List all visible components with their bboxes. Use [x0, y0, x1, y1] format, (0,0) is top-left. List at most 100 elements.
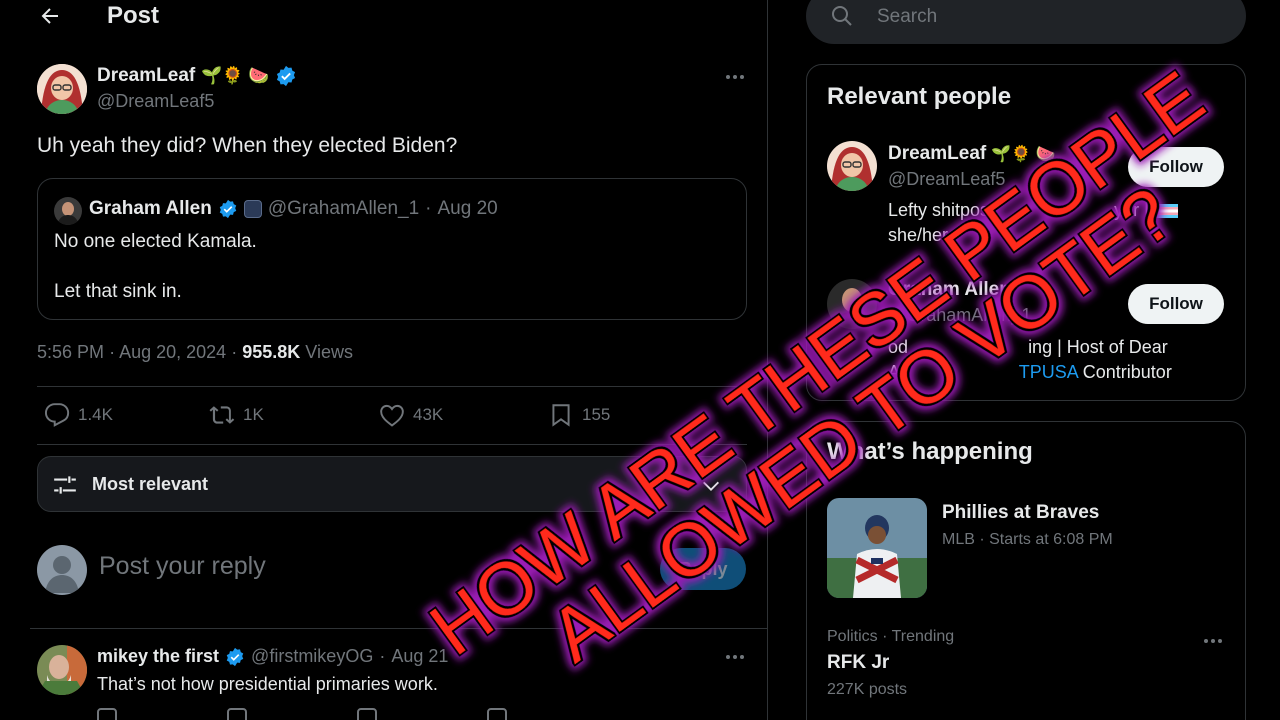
separator-dot: ·: [379, 646, 386, 666]
quoted-post[interactable]: Graham Allen @GrahamAllen_1 · Aug 20 No …: [37, 178, 747, 320]
quoted-author-name: Graham Allen: [89, 198, 212, 219]
reply-date[interactable]: Aug 21: [391, 646, 448, 667]
repost-count: 1K: [243, 405, 264, 424]
like-count: 43K: [413, 405, 444, 424]
heart-icon[interactable]: [357, 708, 377, 720]
views-label: Views: [305, 342, 353, 362]
post-metadata: 5:56 PM · Aug 20, 2024 · 955.8K Views: [37, 342, 353, 363]
default-avatar-icon: [45, 556, 79, 593]
quoted-text-line2: Let that sink in.: [54, 281, 182, 302]
reply-icon: [44, 403, 70, 427]
reply-text: That’s not how presidential primaries wo…: [97, 674, 438, 694]
bio-text: A: [888, 362, 900, 382]
whats-happening-card: What’s happening Phillies at Braves MLB …: [806, 421, 1246, 720]
like-action[interactable]: 43K: [379, 402, 443, 428]
trend-title[interactable]: Phillies at Braves: [942, 502, 1099, 524]
author-emoji: 🌱🌻 🍉: [201, 66, 270, 85]
search-bar[interactable]: Search: [806, 0, 1246, 44]
reply-icon[interactable]: [97, 708, 117, 720]
affiliation-badge-icon: [243, 200, 262, 218]
bio-text: yer |: [1114, 200, 1149, 220]
heart-icon: [380, 404, 404, 427]
relevant-person-name[interactable]: Graham Allen: [888, 279, 1011, 301]
reply-author-avatar-image: [37, 645, 87, 695]
reply-author-handle[interactable]: @firstmikeyOG: [251, 646, 373, 667]
reply-button[interactable]: Reply: [660, 548, 746, 590]
quoted-author-avatar: [54, 197, 82, 225]
reply-header: mikey the first @firstmikeyOG · Aug 21: [97, 646, 448, 667]
chevron-down-icon: [703, 481, 719, 491]
quoted-header: Graham Allen @GrahamAllen_1 · Aug 20: [89, 198, 498, 220]
trend-title[interactable]: RFK Jr: [827, 652, 889, 674]
baseball-player-image: [827, 498, 927, 598]
verified-badge-icon: [226, 647, 244, 666]
separator-dot: ·: [425, 198, 432, 219]
bookmark-action[interactable]: 155: [548, 402, 610, 428]
divider: [30, 628, 768, 629]
relevant-person-bio: Lefty shitpost yer | she/her: [888, 198, 1218, 248]
author-name[interactable]: DreamLeaf: [97, 65, 195, 87]
composer-avatar: [37, 545, 87, 595]
author-avatar[interactable]: [37, 64, 87, 114]
sliders-icon: [54, 476, 76, 494]
quoted-author-avatar-image: [54, 197, 82, 225]
verified-badge-icon: [277, 65, 296, 87]
follow-button[interactable]: Follow: [1128, 284, 1224, 324]
views-icon[interactable]: [487, 708, 507, 720]
reply-action-bar: [97, 708, 507, 720]
back-arrow-icon[interactable]: [38, 4, 62, 28]
reply-author-name[interactable]: mikey the first: [97, 646, 219, 667]
trend-post-count: 227K posts: [827, 681, 908, 698]
bookmark-count: 155: [582, 405, 611, 424]
search-input[interactable]: Search: [877, 6, 937, 28]
more-options-icon[interactable]: [723, 73, 747, 81]
relevant-people-card: Relevant people DreamLeaf 🌱🌻 🍉 @DreamLea…: [806, 64, 1246, 401]
bio-text: she/her: [888, 225, 949, 245]
relevant-person-handle[interactable]: @GrahamAllen_1: [888, 305, 1031, 326]
divider: [37, 386, 747, 387]
relevant-people-title: Relevant people: [827, 83, 1012, 110]
relevant-person-bio: od ing | Host of Dear A TPUSA Contributo…: [888, 335, 1218, 385]
relevant-person-name-row[interactable]: DreamLeaf 🌱🌻 🍉: [888, 143, 1055, 165]
repost-icon: [209, 406, 235, 424]
post-time[interactable]: 5:56 PM: [37, 342, 104, 362]
trans-flag-icon: [1153, 204, 1178, 219]
trend-meta: MLB · Starts at 6:08 PM: [942, 531, 1113, 548]
relevant-person-avatar-image: [827, 141, 877, 191]
repost-icon[interactable]: [227, 708, 247, 720]
page-header: Post: [0, 0, 768, 34]
separator-dot: ·: [231, 342, 243, 362]
post-text: Uh yeah they did? When they elected Bide…: [37, 134, 458, 157]
reply-sort-dropdown[interactable]: Most relevant: [37, 456, 747, 512]
reply-author-avatar[interactable]: [37, 645, 87, 695]
whats-happening-title: What’s happening: [827, 438, 1033, 465]
verified-badge-icon: [219, 199, 237, 219]
more-options-icon[interactable]: [723, 653, 747, 661]
relevant-person-name-row[interactable]: Graham Allen: [888, 279, 1011, 301]
bio-text: Contributor: [1082, 362, 1172, 382]
search-icon: [832, 6, 852, 26]
relevant-person-handle[interactable]: @DreamLeaf5: [888, 169, 1005, 190]
relevant-person-avatar-image: [827, 279, 877, 329]
bio-link[interactable]: TPUSA: [1019, 362, 1078, 382]
quoted-date: Aug 20: [437, 198, 498, 219]
reply-action[interactable]: 1.4K: [44, 402, 113, 428]
follow-button[interactable]: Follow: [1128, 147, 1224, 187]
views-count: 955.8K: [242, 342, 301, 362]
divider: [37, 444, 747, 445]
author-handle[interactable]: @DreamLeaf5: [97, 91, 214, 112]
quoted-author-handle: @GrahamAllen_1: [267, 198, 420, 219]
reply-input[interactable]: Post your reply: [99, 552, 266, 581]
relevant-person-avatar[interactable]: [827, 141, 877, 191]
trend-image[interactable]: [827, 498, 927, 598]
author-name-row[interactable]: DreamLeaf 🌱🌻 🍉: [97, 65, 297, 87]
more-options-icon[interactable]: [1201, 637, 1225, 645]
sort-label: Most relevant: [92, 474, 209, 494]
author-avatar-image: [37, 64, 87, 114]
relevant-person-avatar[interactable]: [827, 279, 877, 329]
bookmark-icon: [552, 404, 570, 427]
relevant-person-name[interactable]: DreamLeaf: [888, 143, 986, 165]
main-column: Post DreamLeaf 🌱🌻 🍉 @DreamLeaf5 Uh yeah …: [0, 0, 768, 720]
post-date[interactable]: Aug 20, 2024: [119, 342, 226, 362]
repost-action[interactable]: 1K: [209, 402, 264, 428]
